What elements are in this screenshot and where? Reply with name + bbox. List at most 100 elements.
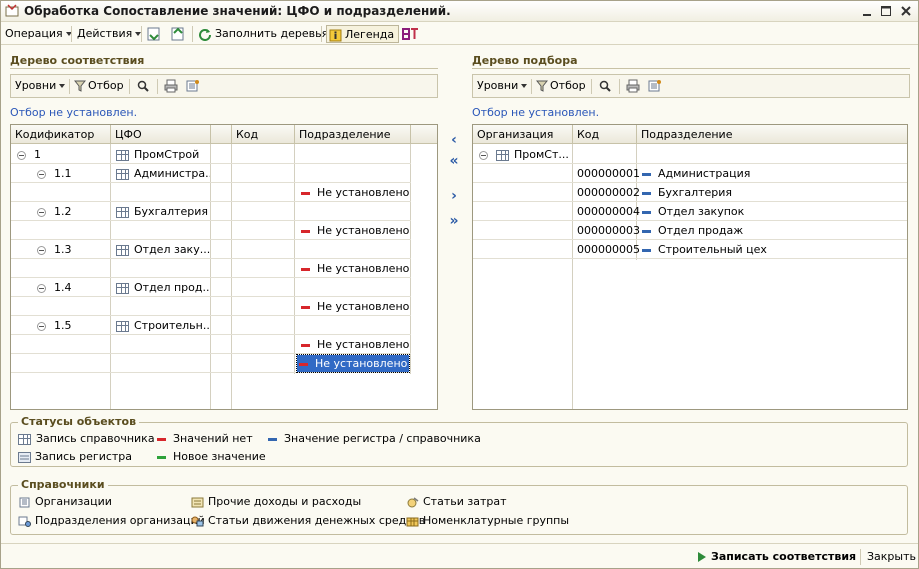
codifier-cell[interactable]: 1.4 — [37, 278, 72, 297]
table-row[interactable]: Не установлено — [11, 335, 411, 354]
column-header-code[interactable]: Код — [573, 125, 637, 144]
move-right-button[interactable]: › — [445, 188, 463, 205]
codifier-cell[interactable]: 1.5 — [37, 316, 72, 335]
minimize-icon[interactable] — [860, 4, 874, 18]
right-tree-grid[interactable]: Организация Код Подразделение ПромСт... 0… — [472, 124, 908, 410]
fill-trees-button[interactable]: Заполнить деревья — [198, 25, 328, 43]
search-icon[interactable] — [137, 80, 149, 92]
left-filter-button[interactable]: Отбор — [73, 78, 124, 94]
ref-nomenclature-groups[interactable]: Номенклатурные группы — [406, 514, 569, 528]
code-cell[interactable]: 000000002 — [577, 183, 640, 202]
department-cell[interactable]: Не установлено — [301, 297, 409, 316]
table-row[interactable]: ПромСт... — [473, 145, 907, 164]
settings-icon[interactable] — [648, 79, 662, 93]
department-cell[interactable]: Не установлено — [301, 335, 409, 354]
actions-menu[interactable]: Действия — [77, 25, 142, 43]
cfo-cell[interactable]: Бухгалтерия — [116, 202, 210, 221]
column-header-department[interactable]: Подразделение — [637, 125, 907, 144]
table-row[interactable]: 1.3 Отдел заку... — [11, 240, 411, 259]
column-header-code[interactable]: Код — [232, 125, 295, 144]
operation-menu[interactable]: Операция — [5, 25, 72, 43]
department-cell[interactable]: Администрация — [642, 164, 750, 183]
department-cell[interactable]: Отдел закупок — [642, 202, 744, 221]
department-cell[interactable]: Не установлено — [301, 183, 409, 202]
cfo-cell[interactable]: Администра... — [116, 164, 210, 183]
department-cell-selected[interactable]: Не установлено — [296, 354, 410, 373]
column-header-cfo[interactable]: ЦФО — [111, 125, 211, 144]
codifier-cell[interactable]: 1.1 — [37, 164, 72, 183]
ref-other-income[interactable]: Прочие доходы и расходы — [191, 495, 361, 509]
right-filter-status[interactable]: Отбор не установлен. — [472, 106, 599, 119]
table-row[interactable]: Не установлено — [11, 221, 411, 240]
right-levels-menu[interactable]: Уровни — [477, 78, 528, 94]
cfo-cell[interactable]: Строительн... — [116, 316, 210, 335]
maximize-icon[interactable] — [879, 4, 893, 18]
ref-departments[interactable]: Подразделения организаций — [18, 514, 205, 528]
department-cell[interactable]: Не установлено — [301, 259, 409, 278]
search-icon[interactable] — [599, 80, 611, 92]
ref-cost-items[interactable]: Статьи затрат — [406, 495, 507, 509]
cfo-cell[interactable]: Отдел прод... — [116, 278, 210, 297]
column-header-blank[interactable] — [211, 125, 232, 144]
code-cell[interactable]: 000000001 — [577, 164, 640, 183]
save-mappings-button[interactable]: Записать соответствия — [697, 548, 856, 565]
collapse-icon[interactable] — [37, 245, 46, 255]
cfo-cell[interactable]: Отдел заку... — [116, 240, 210, 259]
bt-logo-icon[interactable] — [401, 27, 419, 41]
collapse-icon[interactable] — [37, 207, 46, 217]
codifier-cell[interactable]: 1.3 — [37, 240, 72, 259]
left-filter-status[interactable]: Отбор не установлен. — [10, 106, 137, 119]
table-row[interactable]: Не установлено — [11, 297, 411, 316]
table-row[interactable]: 000000001 Администрация — [473, 164, 907, 183]
codifier-cell[interactable]: 1.2 — [37, 202, 72, 221]
codifier-cell[interactable]: 1 — [17, 145, 41, 164]
print-icon[interactable] — [164, 79, 178, 93]
table-row[interactable]: 1.2 Бухгалтерия — [11, 202, 411, 221]
move-all-right-button[interactable]: » — [445, 213, 463, 230]
collapse-icon[interactable] — [37, 283, 46, 293]
print-icon[interactable] — [626, 79, 640, 93]
collapse-icon[interactable] — [37, 169, 46, 179]
code-cell[interactable]: 000000005 — [577, 240, 640, 259]
left-levels-menu[interactable]: Уровни — [15, 78, 66, 94]
move-all-left-button[interactable]: « — [445, 153, 463, 170]
collapse-icon[interactable] — [479, 150, 488, 160]
collapse-icon[interactable] — [17, 150, 26, 160]
close-button[interactable]: Закрыть — [867, 548, 916, 565]
table-row[interactable]: Не установлено — [11, 259, 411, 278]
move-left-button[interactable]: ‹ — [445, 132, 463, 149]
department-cell[interactable]: Бухгалтерия — [642, 183, 732, 202]
column-header-codifier[interactable]: Кодификатор — [11, 125, 111, 144]
ref-organizations[interactable]: Организации — [18, 495, 112, 509]
close-icon[interactable] — [899, 4, 913, 18]
column-header-organization[interactable]: Организация — [473, 125, 573, 144]
table-row[interactable]: 1 ПромСтрой — [11, 145, 411, 164]
table-row[interactable]: Не установлено — [11, 183, 411, 202]
import-icon[interactable] — [146, 26, 162, 42]
cfo-cell[interactable]: ПромСтрой — [116, 145, 210, 164]
legend-button[interactable]: Легенда — [326, 25, 400, 43]
collapse-icon[interactable] — [37, 321, 46, 331]
department-cell[interactable]: Отдел продаж — [642, 221, 743, 240]
code-cell[interactable]: 000000003 — [577, 221, 640, 240]
table-row[interactable]: Не установлено — [11, 354, 411, 373]
settings-icon[interactable] — [186, 79, 200, 93]
left-grid-header: Кодификатор ЦФО Код Подразделение — [11, 125, 437, 144]
table-row[interactable]: 1.1 Администра... — [11, 164, 411, 183]
table-row[interactable]: 1.5 Строительн... — [11, 316, 411, 335]
left-tree-grid[interactable]: Кодификатор ЦФО Код Подразделение 1 ПромС… — [10, 124, 438, 410]
column-header-department[interactable]: Подразделение — [295, 125, 411, 144]
right-tree-toolbar: Уровни Отбор — [472, 74, 910, 98]
organization-cell[interactable]: ПромСт... — [479, 145, 572, 164]
department-cell[interactable]: Не установлено — [301, 221, 409, 240]
table-row[interactable]: 000000005 Строительный цех — [473, 240, 907, 259]
table-row[interactable]: 000000004 Отдел закупок — [473, 202, 907, 221]
department-cell[interactable]: Строительный цех — [642, 240, 767, 259]
ref-cash-flow-items[interactable]: Статьи движения денежных средств — [191, 514, 425, 528]
table-row[interactable]: 1.4 Отдел прод... — [11, 278, 411, 297]
code-cell[interactable]: 000000004 — [577, 202, 640, 221]
export-icon[interactable] — [170, 26, 186, 42]
table-row[interactable]: 000000002 Бухгалтерия — [473, 183, 907, 202]
table-row[interactable]: 000000003 Отдел продаж — [473, 221, 907, 240]
right-filter-button[interactable]: Отбор — [535, 78, 586, 94]
